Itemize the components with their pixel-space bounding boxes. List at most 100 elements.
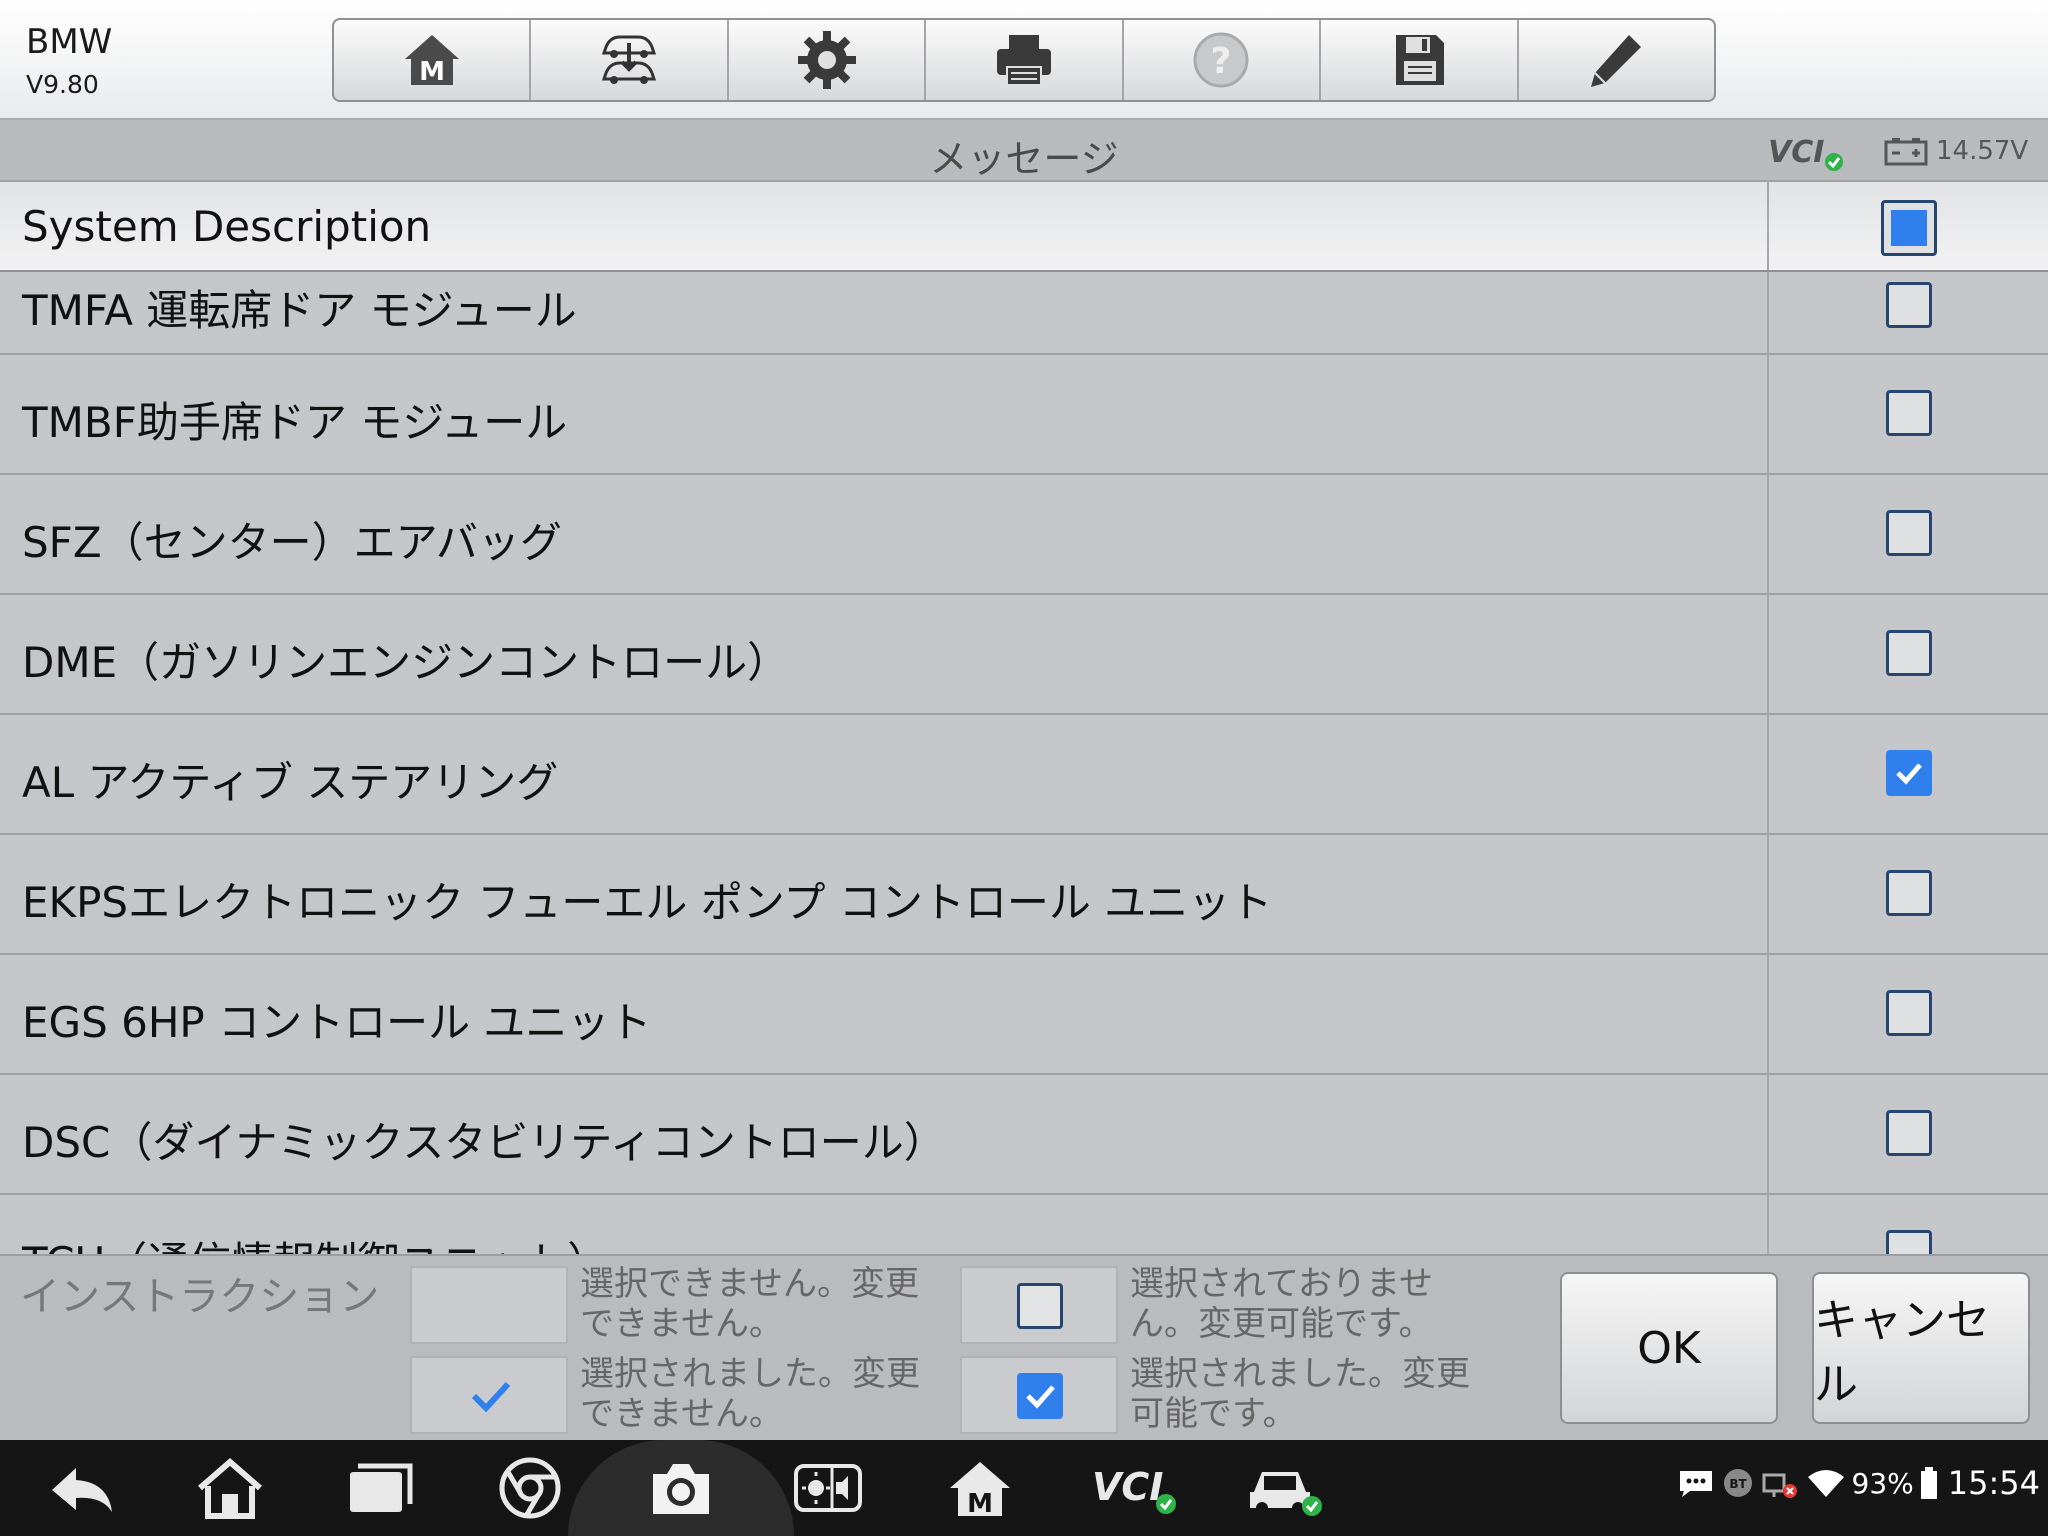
list-item-label: AL アクティブ ステアリング	[22, 758, 559, 807]
app-header: BMW V9.80 M ?	[0, 0, 2048, 120]
maxifix-home-button[interactable]: M	[944, 1454, 1016, 1522]
chrome-icon	[499, 1457, 561, 1519]
select-all-checkbox[interactable]	[1881, 200, 1937, 256]
list-item[interactable]: EGS 6HP コントロール ユニット	[0, 955, 2048, 1075]
help-icon: ?	[1193, 32, 1249, 88]
brand: BMW V9.80	[26, 22, 112, 99]
vehicle-swap-button[interactable]	[531, 20, 729, 100]
list-header-row[interactable]: System Description	[0, 182, 2048, 272]
list-item-label: DSC（ダイナミックスタビリティコントロール）	[22, 1118, 946, 1167]
legend-enabled-unchecked	[960, 1266, 1118, 1344]
brightness-volume-button[interactable]	[792, 1454, 864, 1522]
save-button[interactable]	[1321, 20, 1519, 100]
list-item-label: TCU（通信情報制御ユニット）	[22, 1229, 609, 1254]
screenshot-button[interactable]	[645, 1454, 717, 1522]
column-divider	[1767, 955, 1769, 1073]
column-divider	[1767, 355, 1769, 473]
column-divider	[1767, 1075, 1769, 1193]
status-tray: BT 93% 15:54	[1676, 1464, 2040, 1502]
row-checkbox[interactable]	[1886, 1110, 1932, 1156]
list-item[interactable]: EKPSエレクトロニック フューエル ポンプ コントロール ユニット	[0, 835, 2048, 955]
printer-icon	[996, 35, 1051, 86]
unchecked-sample	[1017, 1283, 1063, 1329]
device-battery-icon	[1920, 1467, 1937, 1499]
cancel-button[interactable]: キャンセル	[1812, 1272, 2030, 1424]
battery-voltage: 14.57V	[1884, 136, 2028, 166]
list-header-label: System Description	[22, 202, 432, 251]
recents-icon	[350, 1463, 413, 1512]
legend-text-enabled-checked: 選択されました。変更可能です。	[1130, 1354, 1470, 1434]
row-checkbox[interactable]	[1886, 990, 1932, 1036]
svg-text:VCI: VCI	[1768, 135, 1824, 170]
list-item[interactable]: SFZ（センター）エアバッグ	[0, 475, 2048, 595]
settings-button[interactable]	[729, 20, 927, 100]
list-item[interactable]: AL アクティブ ステアリング	[0, 715, 2048, 835]
column-divider	[1767, 182, 1769, 270]
back-button[interactable]	[46, 1454, 118, 1522]
column-divider	[1767, 835, 1769, 953]
column-divider	[1767, 475, 1769, 593]
brightness-volume-icon	[794, 1464, 862, 1512]
recents-button[interactable]	[344, 1454, 416, 1522]
system-list[interactable]: System Description TMFA 運転席ドア モジュール TMBF助…	[0, 182, 2048, 1254]
row-checkbox[interactable]	[1886, 510, 1932, 556]
legend-text-disabled-unchecked: 選択できません。変更できません。	[580, 1264, 919, 1344]
home-button[interactable]: M	[334, 20, 532, 100]
message-icon	[1679, 1471, 1712, 1497]
legend-disabled-unchecked	[410, 1266, 568, 1344]
list-item[interactable]: TMBF助手席ドア モジュール	[0, 355, 2048, 475]
instruction-title: インストラクション	[20, 1274, 380, 1320]
vci-button[interactable]: VCI	[1090, 1454, 1180, 1522]
ok-button[interactable]: OK	[1560, 1272, 1778, 1424]
list-item-label: EKPSエレクトロニック フューエル ポンプ コントロール ユニット	[22, 878, 1273, 927]
list-item-label: DME（ガソリンエンジンコントロール）	[22, 638, 790, 687]
battery-percent: 93%	[1851, 1466, 1914, 1500]
vehicle-swap-icon	[602, 35, 657, 84]
column-divider	[1767, 1195, 1769, 1254]
main-toolbar: M ?	[332, 18, 1716, 102]
svg-text:M: M	[419, 57, 445, 87]
vci-connected-icon: VCI	[1768, 135, 1843, 171]
gear-icon	[797, 31, 856, 89]
wifi-icon	[1807, 1470, 1844, 1497]
browser-button[interactable]	[494, 1454, 566, 1522]
list-item-label: SFZ（センター）エアバッグ	[22, 518, 562, 567]
clock: 15:54	[1947, 1464, 2040, 1502]
network-error-icon	[1762, 1473, 1797, 1498]
title-bar: メッセージ VCI 14.57V	[0, 120, 2048, 182]
list-item[interactable]: DSC（ダイナミックスタビリティコントロール）	[0, 1075, 2048, 1195]
row-checkbox[interactable]	[1886, 750, 1932, 796]
help-button[interactable]: ?	[1124, 20, 1322, 100]
row-checkbox[interactable]	[1886, 390, 1932, 436]
print-button[interactable]	[926, 20, 1124, 100]
list-item[interactable]: DME（ガソリンエンジンコントロール）	[0, 595, 2048, 715]
svg-text:BT: BT	[1729, 1477, 1747, 1491]
save-icon	[1395, 35, 1444, 85]
vci-icon: VCI	[1092, 1465, 1176, 1514]
instruction-panel: インストラクション 選択できません。変更できません。 選択されておりません。変更…	[0, 1254, 2048, 1440]
column-divider	[1767, 715, 1769, 833]
legend-text-enabled-unchecked: 選択されておりません。変更可能です。	[1130, 1264, 1433, 1344]
svg-text:?: ?	[1211, 41, 1232, 82]
system-nav-bar: M VCI BT 93% 15:54	[0, 1440, 2048, 1536]
vehicle-make: BMW	[26, 22, 113, 62]
car-icon	[1250, 1472, 1322, 1516]
row-checkbox[interactable]	[1886, 870, 1932, 916]
check-icon	[471, 1381, 511, 1413]
list-item-label: TMFA 運転席ドア モジュール	[22, 286, 577, 335]
row-checkbox[interactable]	[1886, 1230, 1932, 1254]
svg-text:VCI: VCI	[1092, 1465, 1163, 1509]
pencil-icon	[1591, 35, 1642, 87]
svg-text:M: M	[967, 1489, 993, 1519]
legend-text-disabled-checked: 選択されました。変更できません。	[580, 1354, 920, 1434]
home-nav-button[interactable]	[194, 1454, 266, 1522]
legend-enabled-checked	[960, 1356, 1118, 1434]
back-icon	[52, 1468, 112, 1512]
list-item[interactable]: TMFA 運転席ドア モジュール	[0, 272, 2048, 355]
maxi-home-icon: M	[950, 1462, 1010, 1519]
vehicle-button[interactable]	[1246, 1454, 1326, 1522]
edit-button[interactable]	[1519, 20, 1714, 100]
list-item[interactable]: TCU（通信情報制御ユニット）	[0, 1195, 2048, 1254]
row-checkbox[interactable]	[1886, 282, 1932, 328]
row-checkbox[interactable]	[1886, 630, 1932, 676]
